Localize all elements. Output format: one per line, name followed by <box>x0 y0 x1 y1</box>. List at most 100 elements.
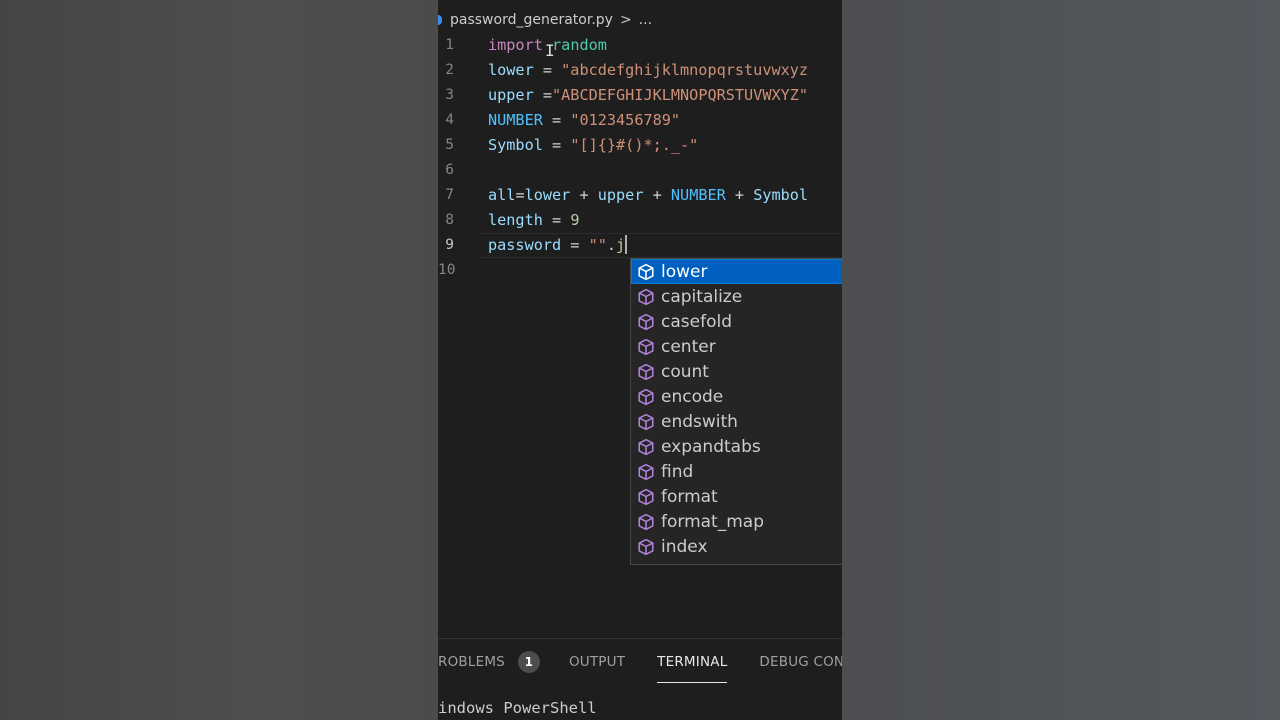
suggestion-label: expandtabs <box>661 436 761 457</box>
terminal-output[interactable]: indows PowerShell <box>438 699 597 717</box>
code-line[interactable]: 4 NUMBER = "0123456789" <box>438 108 842 133</box>
suggestion-item[interactable]: encode <box>631 384 842 409</box>
method-cube-icon <box>631 363 661 381</box>
panel-tabs: ROBLEMS 1 OUTPUT TERMINAL DEBUG CONSC <box>438 639 842 685</box>
code-line[interactable]: 8 length = 9 <box>438 208 842 233</box>
string-literal: "[]{}#()*;._-" <box>570 136 699 154</box>
variable: lower <box>488 61 534 79</box>
suggestion-item[interactable]: capitalize <box>631 284 842 309</box>
suggestion-label: count <box>661 361 709 382</box>
suggestion-item[interactable]: lower <box>631 259 842 284</box>
line-number: 4 <box>445 112 454 128</box>
python-file-icon <box>438 15 442 25</box>
code-line[interactable]: 2 lower = "abcdefghijklmnopqrstuvwxyz <box>438 58 842 83</box>
code-line[interactable]: 3 upper ="ABCDEFGHIJKLMNOPQRSTUVWXYZ" <box>438 83 842 108</box>
tab-problems[interactable]: ROBLEMS 1 <box>438 639 540 685</box>
code-editor[interactable]: 1 import random 2 lower = "abcdefghijklm… <box>438 33 842 283</box>
tab-output[interactable]: OUTPUT <box>569 639 625 685</box>
constant: NUMBER <box>488 111 543 129</box>
suggestion-item[interactable]: casefold <box>631 309 842 334</box>
operator: = <box>533 86 553 104</box>
number-literal: 9 <box>570 211 580 229</box>
method-cube-icon <box>631 313 661 331</box>
suggestion-item[interactable]: format <box>631 484 842 509</box>
method-cube-icon <box>631 388 661 406</box>
suggestion-label: format <box>661 486 718 507</box>
variable: lower <box>524 186 571 204</box>
string-literal: "ABCDEFGHIJKLMNOPQRSTUVWXYZ" <box>552 86 809 104</box>
line-number: 6 <box>445 162 454 178</box>
method-cube-icon <box>631 263 661 281</box>
suggestion-item[interactable]: format_map <box>631 509 842 534</box>
variable: length <box>488 211 543 229</box>
chevron-right-icon: > <box>619 12 632 28</box>
suggestion-item[interactable]: endswith <box>631 409 842 434</box>
code-line[interactable]: 6 <box>438 158 842 183</box>
suggestion-label: find <box>661 461 694 482</box>
suggestion-item[interactable]: expandtabs <box>631 434 842 459</box>
method-cube-icon <box>631 413 661 431</box>
ibeam-cursor-icon: I <box>545 41 555 60</box>
method-cube-icon <box>631 438 661 456</box>
module-name: random <box>552 36 607 54</box>
autocomplete-suggestions[interactable]: lower capitalize casefold center count e… <box>630 258 842 565</box>
typed-text: j <box>616 236 626 254</box>
operator: = <box>542 136 571 154</box>
breadcrumb-file[interactable]: password_generator.py <box>450 12 613 28</box>
variable: Symbol <box>753 186 809 204</box>
method-cube-icon <box>631 463 661 481</box>
suggestion-label: index <box>661 536 708 557</box>
suggestion-item[interactable]: index <box>631 534 842 559</box>
method-cube-icon <box>631 338 661 356</box>
line-number: 5 <box>445 137 454 153</box>
line-number: 2 <box>445 62 454 78</box>
method-cube-icon <box>631 288 661 306</box>
string-literal: "abcdefghijklmnopqrstuvwxyz <box>561 61 809 79</box>
breadcrumb: password_generator.py > ... <box>438 8 652 32</box>
code-line[interactable]: 7 all=lower + upper + NUMBER + Symbol <box>438 183 842 208</box>
operator: = <box>515 186 525 204</box>
operator: + <box>570 186 598 204</box>
variable: all <box>488 186 516 204</box>
keyword-import: import <box>488 36 543 54</box>
suggestion-label: casefold <box>661 311 732 332</box>
variable: password <box>488 236 562 254</box>
suggestion-item[interactable]: count <box>631 359 842 384</box>
suggestion-label: encode <box>661 386 724 407</box>
line-number: 3 <box>445 87 454 103</box>
variable: upper <box>488 86 534 104</box>
breadcrumb-more[interactable]: ... <box>639 12 652 28</box>
variable: Symbol <box>488 136 543 154</box>
suggestion-item[interactable]: find <box>631 459 842 484</box>
constant: NUMBER <box>670 186 726 204</box>
method-cube-icon <box>631 513 661 531</box>
operator: = <box>533 61 562 79</box>
line-number: 10 <box>438 262 456 278</box>
tab-problems-label: ROBLEMS <box>438 654 505 670</box>
operator: = <box>542 111 571 129</box>
operator: = <box>561 236 589 254</box>
code-line-current[interactable]: 9 password = "".j <box>438 233 842 258</box>
string-literal: "" <box>588 236 607 254</box>
operator: = <box>542 211 571 229</box>
vscode-editor-panel: password_generator.py > ... 1 import ran… <box>438 0 842 720</box>
problems-count-badge: 1 <box>517 651 540 673</box>
tab-debug-console[interactable]: DEBUG CONSC <box>759 639 842 685</box>
string-literal: "0123456789" <box>570 111 681 129</box>
method-cube-icon <box>631 488 661 506</box>
dot-operator: . <box>606 236 617 254</box>
suggestion-label: format_map <box>661 511 764 532</box>
suggestion-label: lower <box>661 261 708 282</box>
operator: + <box>643 186 671 204</box>
code-line[interactable]: 5 Symbol = "[]{}#()*;._-" <box>438 133 842 158</box>
line-number: 1 <box>445 37 454 53</box>
line-number: 8 <box>445 212 454 228</box>
suggestion-label: capitalize <box>661 286 743 307</box>
tab-output-label: OUTPUT <box>568 654 626 670</box>
suggestion-item[interactable]: center <box>631 334 842 359</box>
code-line[interactable]: 1 import random <box>438 33 842 58</box>
tab-terminal-label: TERMINAL <box>657 654 728 670</box>
bottom-panel: ROBLEMS 1 OUTPUT TERMINAL DEBUG CONSC in… <box>438 638 842 720</box>
line-number: 7 <box>445 187 454 203</box>
tab-terminal[interactable]: TERMINAL <box>657 639 728 685</box>
